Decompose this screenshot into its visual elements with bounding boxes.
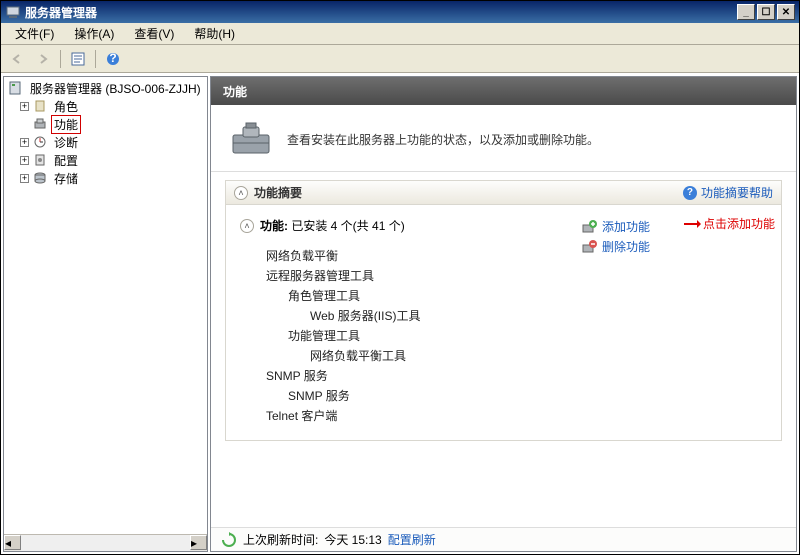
config-icon <box>32 152 48 168</box>
tree-config[interactable]: + 配置 <box>8 151 207 169</box>
roles-icon <box>32 98 48 114</box>
list-item: 远程服务器管理工具 <box>266 266 581 286</box>
forward-button <box>31 48 55 70</box>
menubar: 文件(F) 操作(A) 查看(V) 帮助(H) <box>1 23 799 45</box>
diagnostics-icon <box>32 134 48 150</box>
properties-button[interactable] <box>66 48 90 70</box>
app-window: 服务器管理器 _ ☐ ✕ 文件(F) 操作(A) 查看(V) 帮助(H) ? 服… <box>0 0 800 555</box>
help-button[interactable]: ? <box>101 48 125 70</box>
tree-features[interactable]: 功能 <box>8 115 207 133</box>
list-item: 功能管理工具 <box>266 326 581 346</box>
list-item: SNMP 服务 <box>266 386 581 406</box>
menu-help[interactable]: 帮助(H) <box>186 23 243 44</box>
server-icon <box>8 80 24 96</box>
collapse-icon[interactable]: ˄ <box>240 219 254 233</box>
storage-icon <box>32 170 48 186</box>
horizontal-scrollbar[interactable]: ◂ ▸ <box>4 534 207 551</box>
refresh-icon <box>221 532 237 548</box>
pane-header: 功能 <box>211 77 796 105</box>
svg-text:?: ? <box>109 51 116 65</box>
back-button <box>5 48 29 70</box>
list-item: 角色管理工具 <box>266 286 581 306</box>
annotation: 点击添加功能 <box>684 215 775 232</box>
list-item: 网络负载平衡 <box>266 246 581 266</box>
tree-pane[interactable]: 服务器管理器 (BJSO-006-ZJJH) + 角色 功能 + 诊断 <box>3 76 208 552</box>
pane-title: 功能 <box>223 83 247 100</box>
add-icon <box>581 219 597 235</box>
refresh-time: 今天 15:13 <box>324 531 381 548</box>
features-tree: 网络负载平衡 远程服务器管理工具 角色管理工具 Web 服务器(IIS)工具 功… <box>240 246 581 426</box>
list-item: Telnet 客户端 <box>266 406 581 426</box>
info-text: 查看安装在此服务器上功能的状态，以及添加或删除功能。 <box>287 131 599 148</box>
titlebar: 服务器管理器 _ ☐ ✕ <box>1 1 799 23</box>
config-refresh-link[interactable]: 配置刷新 <box>388 531 436 548</box>
refresh-label: 上次刷新时间: <box>243 531 318 548</box>
tree-root[interactable]: 服务器管理器 (BJSO-006-ZJJH) <box>8 79 207 97</box>
tree-roles[interactable]: + 角色 <box>8 97 207 115</box>
toolbar: ? <box>1 45 799 73</box>
summary-panel: ˄ 功能摘要 ? 功能摘要帮助 ˄ 功能: 已安装 4 个(共 41 <box>225 180 782 441</box>
minimize-button[interactable]: _ <box>737 4 755 20</box>
remove-icon <box>581 239 597 255</box>
expand-icon[interactable]: + <box>20 156 29 165</box>
details-pane: 功能 查看安装在此服务器上功能的状态，以及添加或删除功能。 ˄ 功能摘要 ? 功… <box>210 76 797 552</box>
status-bar: 上次刷新时间: 今天 15:13 配置刷新 <box>211 527 796 551</box>
panel-title: 功能摘要 <box>254 184 302 201</box>
menu-view[interactable]: 查看(V) <box>126 23 182 44</box>
collapse-icon[interactable]: ˄ <box>234 186 248 200</box>
menu-file[interactable]: 文件(F) <box>7 23 62 44</box>
features-count: ˄ 功能: 已安装 4 个(共 41 个) <box>240 217 581 234</box>
expand-icon[interactable]: + <box>20 102 29 111</box>
scroll-right-button[interactable]: ▸ <box>190 535 207 550</box>
server-manager-icon <box>5 4 21 20</box>
scroll-left-button[interactable]: ◂ <box>4 535 21 550</box>
list-item: 网络负载平衡工具 <box>266 346 581 366</box>
close-button[interactable]: ✕ <box>777 4 795 20</box>
tree-diagnostics[interactable]: + 诊断 <box>8 133 207 151</box>
panel-header[interactable]: ˄ 功能摘要 ? 功能摘要帮助 <box>226 181 781 205</box>
tree-storage[interactable]: + 存储 <box>8 169 207 187</box>
maximize-button[interactable]: ☐ <box>757 4 775 20</box>
window-title: 服务器管理器 <box>25 4 737 21</box>
expand-icon[interactable]: + <box>20 138 29 147</box>
list-item: Web 服务器(IIS)工具 <box>266 306 581 326</box>
features-icon <box>32 116 48 132</box>
menu-action[interactable]: 操作(A) <box>66 23 122 44</box>
remove-features-link[interactable]: 删除功能 <box>581 238 771 255</box>
expand-icon[interactable]: + <box>20 174 29 183</box>
help-icon: ? <box>683 186 697 200</box>
arrow-icon <box>684 223 700 225</box>
list-item: SNMP 服务 <box>266 366 581 386</box>
info-area: 查看安装在此服务器上功能的状态，以及添加或删除功能。 <box>211 105 796 172</box>
toolbox-icon <box>229 119 273 159</box>
help-link[interactable]: ? 功能摘要帮助 <box>683 184 773 201</box>
